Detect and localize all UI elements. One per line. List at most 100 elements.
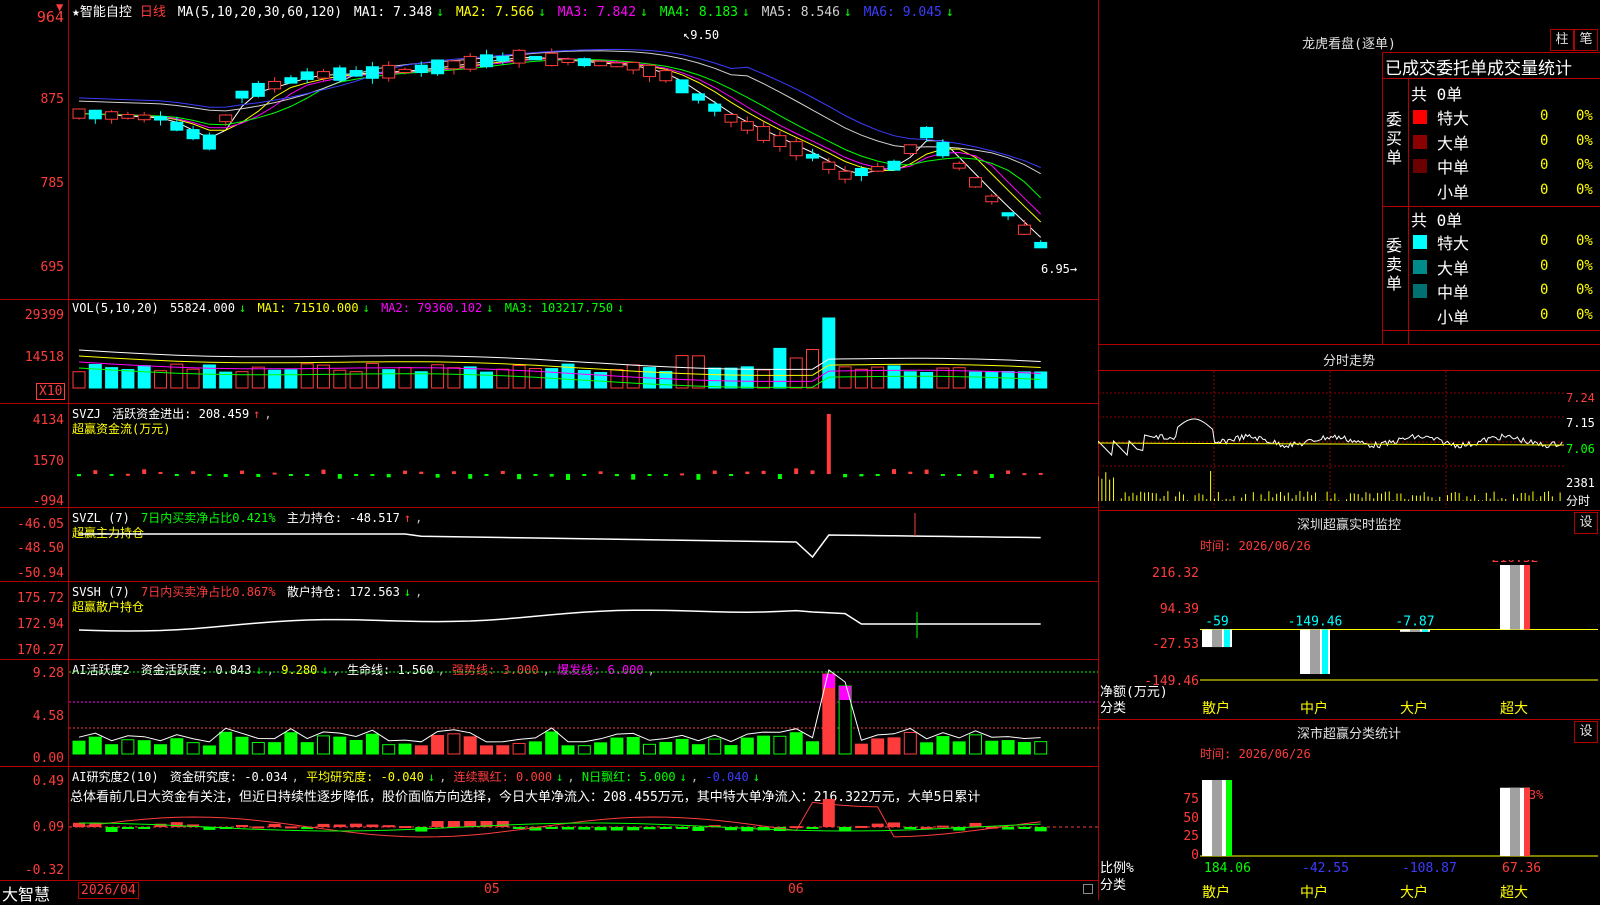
order-percent: 0% <box>1576 282 1593 298</box>
activity-bar <box>72 740 86 755</box>
monitor-settings-button[interactable]: 设 <box>1574 512 1598 534</box>
research-bar <box>627 827 640 831</box>
svzj-chart[interactable] <box>69 404 1098 507</box>
order-count: 0 <box>1540 157 1549 173</box>
flow-bar <box>272 472 277 475</box>
research-bar <box>871 823 884 827</box>
candle-body <box>480 54 493 68</box>
lock-icon[interactable] <box>1083 884 1093 894</box>
svzl-y-tick: -46.05 <box>17 517 64 532</box>
research-bar <box>105 827 118 832</box>
volume-bar <box>235 371 249 389</box>
candle-body <box>431 59 445 75</box>
ai2-y-tick: 0.09 <box>32 820 64 835</box>
bar-mode-button[interactable]: 柱 <box>1550 29 1574 51</box>
activity-bar <box>528 741 542 755</box>
activity-bar <box>1017 742 1031 755</box>
stats-settings-button[interactable]: 设 <box>1574 721 1598 743</box>
svzj-y-tick: 1570 <box>32 454 64 469</box>
activity-bar <box>871 738 885 755</box>
ma-line <box>78 57 1042 223</box>
volume-bar <box>121 369 135 389</box>
candle-body <box>675 79 689 94</box>
research-bar <box>382 825 395 828</box>
flow-bar <box>696 474 701 480</box>
monitor-title: 深圳超赢实时监控 <box>1296 518 1401 533</box>
candle-body <box>561 58 575 63</box>
research-bar <box>676 827 689 829</box>
volume-bar <box>463 366 477 389</box>
ai1-chart[interactable] <box>69 660 1098 766</box>
activity-bar <box>105 744 119 755</box>
volume-bar <box>708 367 722 389</box>
candle-body <box>577 58 591 67</box>
flow-bar <box>549 474 554 477</box>
candle-body <box>235 90 249 99</box>
ai2-y-tick: 0.49 <box>32 774 64 789</box>
activity-bar <box>936 736 950 755</box>
activity-bar <box>675 738 689 755</box>
candle-body <box>317 71 330 79</box>
tick-mode-button[interactable]: 笔 <box>1574 29 1598 51</box>
candle-body <box>137 114 151 121</box>
candle-body <box>414 64 428 74</box>
intraday-chart[interactable] <box>1098 371 1564 508</box>
candle-body <box>691 93 705 101</box>
research-bar <box>1034 827 1047 832</box>
volume-bar <box>1017 371 1031 389</box>
candle-body <box>806 153 819 159</box>
research-bar <box>513 827 526 829</box>
order-size-label: 小单 <box>1437 307 1470 327</box>
ai2-y-tick: -0.32 <box>24 863 64 878</box>
net-value-label: 216.32 <box>1492 560 1539 566</box>
flow-bar <box>223 474 228 477</box>
research-bar <box>594 827 607 831</box>
volume-bar <box>985 371 999 389</box>
volume-bar <box>969 371 982 389</box>
research-bar <box>399 826 411 829</box>
stats-bar-chart[interactable] <box>1200 778 1598 858</box>
low-price-label: 6.95→ <box>1041 262 1078 276</box>
volume-bar <box>251 366 265 389</box>
volume-bar <box>675 355 689 389</box>
category-label: 超大 <box>1500 701 1528 717</box>
flow-bar <box>500 470 505 474</box>
candlestick-chart[interactable] <box>69 0 1098 299</box>
svsh-chart[interactable] <box>69 582 1098 659</box>
flow-bar <box>256 474 261 477</box>
candle-body <box>398 68 412 73</box>
net-bar-edge <box>1224 629 1230 648</box>
activity-bar <box>789 732 803 755</box>
svzl-chart[interactable] <box>69 508 1098 581</box>
activity-bar <box>317 735 330 755</box>
research-bar <box>1002 827 1015 830</box>
volume-bar <box>659 370 673 389</box>
activity-bar <box>643 743 656 755</box>
volume-chart[interactable] <box>69 300 1098 403</box>
ai2-chart[interactable] <box>69 767 1098 880</box>
research-bar <box>936 825 949 828</box>
research-bar <box>822 799 835 827</box>
flow-bar <box>663 474 668 476</box>
flow-bar <box>191 471 196 474</box>
volume-bar <box>88 363 102 389</box>
legend-swatch <box>1413 134 1427 149</box>
candle-body <box>170 121 184 131</box>
flow-bar <box>892 469 896 474</box>
research-bar <box>284 826 297 829</box>
ratio-value-label: 184.06 <box>1204 861 1251 876</box>
order-percent: 0% <box>1576 108 1593 124</box>
volume-bar <box>903 371 917 389</box>
monitor-bar-chart[interactable]: -59 -149.46 -7.87 216.32 <box>1200 560 1598 710</box>
order-count: 0 <box>1540 282 1549 298</box>
flow-bar <box>321 469 326 474</box>
activity-bar <box>1034 741 1048 755</box>
candle-body <box>838 170 852 180</box>
candle-body <box>512 49 526 64</box>
ai1-y-tick: 0.00 <box>32 751 64 766</box>
avg-price-line <box>1098 442 1564 446</box>
flow-bar <box>957 474 962 476</box>
flow-bar <box>973 470 978 474</box>
activity-bar <box>251 742 265 755</box>
candle-body <box>545 52 559 67</box>
